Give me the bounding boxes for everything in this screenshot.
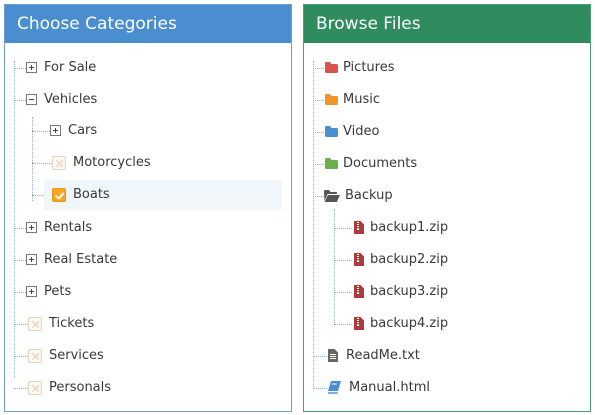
file-item-label: Documents [343,156,418,171]
zip-file-icon [354,317,364,330]
file-item-pictures[interactable]: Pictures [304,52,584,84]
file-item-label: backup1.zip [370,220,449,235]
file-item-readme-txt[interactable]: ReadMe.txt [304,340,584,372]
file-item-backup1-zip[interactable]: backup1.zip [304,212,584,244]
file-item-label: Backup [345,188,393,203]
file-item-backup[interactable]: Backup [304,180,584,212]
expand-icon[interactable] [26,286,37,297]
file-item-label: Manual.html [349,380,430,395]
tree-item-label: Rentals [44,220,93,235]
zip-file-icon [354,253,364,266]
tree-item-label: Tickets [49,316,95,331]
tree-item-boats[interactable]: Boats [5,179,285,211]
tree-item-personals[interactable]: Personals [5,372,285,404]
tree-item-for-sale[interactable]: For Sale [5,52,285,84]
expand-icon[interactable] [26,222,37,233]
tree-item-motorcycles[interactable]: Motorcycles [5,147,285,179]
tree-item-vehicles[interactable]: Vehicles [5,84,285,116]
file-item-backup3-zip[interactable]: backup3.zip [304,276,584,308]
checkbox-unchecked-icon[interactable] [28,381,42,395]
file-item-manual-html[interactable]: Manual.html [304,372,584,404]
categories-tree: For Sale Vehicles Cars Motorcycles Boats… [5,43,291,403]
tree-item-pets[interactable]: Pets [5,276,285,308]
tree-item-label: For Sale [44,60,97,75]
folder-icon [325,158,338,169]
expand-icon[interactable] [26,254,37,265]
files-tree: Pictures Music Video Documents Backup ba… [304,43,590,403]
expand-icon[interactable] [50,125,61,136]
file-item-label: Pictures [343,60,395,75]
files-panel-title: Browse Files [304,5,590,43]
categories-panel: Choose Categories For Sale Vehicles Cars [4,4,292,412]
folder-icon [325,62,338,73]
file-item-label: Video [343,124,380,139]
collapse-icon[interactable] [26,94,37,105]
expand-icon[interactable] [26,62,37,73]
tree-item-label: Boats [73,187,110,202]
tree-item-rentals[interactable]: Rentals [5,212,285,244]
file-item-label: backup4.zip [370,316,449,331]
file-item-backup2-zip[interactable]: backup2.zip [304,244,584,276]
tree-item-cars[interactable]: Cars [5,115,285,147]
folder-open-icon [324,190,340,202]
file-item-label: Music [343,92,380,107]
categories-panel-title: Choose Categories [5,5,291,43]
checkbox-unchecked-icon[interactable] [52,156,66,170]
file-item-documents[interactable]: Documents [304,148,584,180]
folder-icon [325,94,338,105]
tree-item-label: Real Estate [44,252,118,267]
tree-item-services[interactable]: Services [5,340,285,372]
file-item-music[interactable]: Music [304,84,584,116]
zip-file-icon [354,221,364,234]
checkbox-unchecked-icon[interactable] [28,349,42,363]
folder-icon [325,126,338,137]
checkbox-unchecked-icon[interactable] [28,317,42,331]
tree-item-label: Cars [68,123,98,138]
book-icon [328,381,341,394]
file-item-label: ReadMe.txt [346,348,420,363]
file-item-backup4-zip[interactable]: backup4.zip [304,308,584,340]
tree-item-label: Pets [44,284,72,299]
tree-item-real-estate[interactable]: Real Estate [5,244,285,276]
tree-item-tickets[interactable]: Tickets [5,308,285,340]
tree-item-label: Motorcycles [73,155,151,170]
tree-item-label: Vehicles [44,92,98,107]
file-item-video[interactable]: Video [304,116,584,148]
tree-item-label: Personals [49,380,112,395]
text-file-icon [328,349,338,362]
files-panel: Browse Files Pictures Music Video Docume… [303,4,591,412]
zip-file-icon [354,285,364,298]
tree-item-label: Services [49,348,104,363]
file-item-label: backup3.zip [370,284,449,299]
file-item-label: backup2.zip [370,252,449,267]
checkbox-checked-icon[interactable] [52,188,66,202]
